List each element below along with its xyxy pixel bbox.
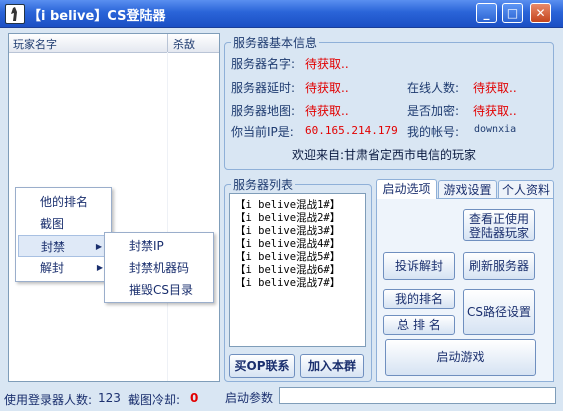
total-rank-button[interactable]: 总 排 名 <box>383 315 455 335</box>
server-map-value: 待获取.. <box>305 104 349 118</box>
minimize-button[interactable]: _ <box>476 3 497 23</box>
title-bar[interactable]: 【i belive】CS登陆器 _ □ ✕ <box>0 0 563 28</box>
column-kills[interactable]: 杀敌 <box>173 36 195 52</box>
screenshot-cooldown-value: 0 <box>190 391 199 405</box>
menu-item-ban-label: 封禁 <box>41 240 66 254</box>
ban-submenu: 封禁IP 封禁机器码 摧毁CS目录 <box>104 232 214 303</box>
encryption-value: 待获取.. <box>473 104 517 118</box>
menu-item-unban-label: 解封 <box>40 261 65 275</box>
menu-item-ban-machine-code[interactable]: 封禁机器码 <box>107 257 211 279</box>
maximize-button[interactable]: □ <box>502 3 523 23</box>
menu-item-ban[interactable]: 封禁 ▶ <box>18 235 109 257</box>
online-count-label: 在线人数: <box>407 81 460 95</box>
window-title: 【i belive】CS登陆器 <box>28 9 166 24</box>
server-latency-label: 服务器延时: <box>231 81 296 95</box>
player-context-menu: 他的排名 截图 封禁 ▶ 解封 ▶ <box>15 187 112 282</box>
launch-params-input[interactable] <box>279 387 556 404</box>
server-list-legend: 服务器列表 <box>233 178 294 192</box>
join-group-button[interactable]: 加入本群 <box>300 354 364 378</box>
buy-op-button[interactable]: 买OP联系 <box>229 354 295 378</box>
submenu-arrow-icon: ▶ <box>96 263 103 272</box>
app-icon <box>5 4 25 24</box>
current-ip-label: 你当前IP是: <box>231 125 294 139</box>
column-divider-line <box>167 52 168 381</box>
account-label: 我的帐号: <box>407 125 460 139</box>
view-users-button[interactable]: 查看正使用登陆器玩家 <box>463 209 535 241</box>
tab-startup-options[interactable]: 启动选项 <box>376 179 437 199</box>
encryption-label: 是否加密: <box>407 104 460 118</box>
menu-item-unban[interactable]: 解封 ▶ <box>18 257 109 279</box>
refresh-servers-button[interactable]: 刷新服务器 <box>463 252 535 280</box>
appeal-unban-button[interactable]: 投诉解封 <box>383 252 455 280</box>
menu-item-his-rank[interactable]: 他的排名 <box>18 191 109 213</box>
launch-params-label: 启动参数 <box>225 391 274 405</box>
server-map-label: 服务器地图: <box>231 104 296 118</box>
column-player-name[interactable]: 玩家名字 <box>13 36 57 52</box>
my-rank-button[interactable]: 我的排名 <box>383 289 455 309</box>
online-count-value: 待获取.. <box>473 81 517 95</box>
close-button[interactable]: ✕ <box>530 3 551 23</box>
server-latency-value: 待获取.. <box>305 81 349 95</box>
server-name-label: 服务器名字: <box>231 57 296 71</box>
server-info-legend: 服务器基本信息 <box>233 36 318 50</box>
menu-item-screenshot[interactable]: 截图 <box>18 213 109 235</box>
server-name-value: 待获取.. <box>305 57 349 71</box>
user-count-value: 123 <box>98 391 121 405</box>
welcome-message: 欢迎来自:甘肃省定西市电信的玩家 <box>292 148 477 162</box>
server-listbox[interactable]: 【i belive混战1#】 【i belive混战2#】 【i belive混… <box>229 193 366 347</box>
user-count-label: 使用登录器人数: <box>4 393 93 407</box>
launch-game-button[interactable]: 启动游戏 <box>385 339 536 376</box>
tab-profile[interactable]: 个人资料 <box>498 180 554 198</box>
player-list-header: 玩家名字 杀敌 <box>9 34 219 53</box>
menu-item-destroy-cs-dir[interactable]: 摧毁CS目录 <box>107 279 211 301</box>
server-list-item[interactable]: 【i belive混战7#】 <box>235 275 340 290</box>
cs-path-button[interactable]: CS路径设置 <box>463 289 535 335</box>
account-value: downxia <box>474 124 517 135</box>
current-ip-value: 60.165.214.179 <box>305 124 398 137</box>
menu-item-ban-ip[interactable]: 封禁IP <box>107 235 211 257</box>
screenshot-cooldown-label: 截图冷却: <box>128 393 181 407</box>
submenu-arrow-icon: ▶ <box>95 242 102 251</box>
tab-game-settings[interactable]: 游戏设置 <box>438 180 497 198</box>
column-divider[interactable] <box>167 34 168 52</box>
